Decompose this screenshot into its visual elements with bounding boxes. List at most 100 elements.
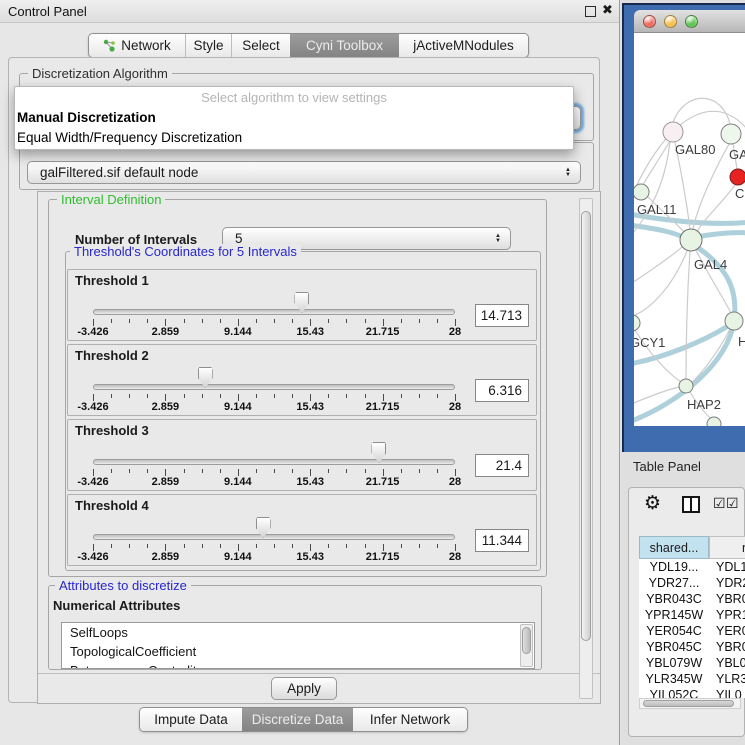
threshold-1-slider-track[interactable] — [93, 309, 455, 315]
tab-impute-data[interactable]: Impute Data — [140, 708, 242, 731]
network-window-titlebar[interactable] — [634, 10, 745, 33]
minor-tick — [419, 394, 420, 398]
close-traffic-light[interactable] — [643, 15, 656, 28]
tab-discretize-data[interactable]: Discretize Data — [242, 708, 353, 731]
network-edge[interactable] — [634, 251, 687, 317]
minor-tick — [129, 544, 130, 548]
table-row[interactable]: YER054CYER0 — [639, 623, 745, 639]
minor-tick — [147, 394, 148, 398]
split-columns-icon[interactable] — [682, 496, 700, 513]
threshold-3-slider-track[interactable] — [93, 459, 455, 465]
network-node-unlabeled[interactable] — [707, 417, 721, 426]
minor-tick — [202, 544, 203, 548]
cell-name[interactable]: YBR0 — [709, 591, 745, 607]
tab-network[interactable]: Network — [89, 34, 185, 57]
cell-name[interactable]: YLR3 — [709, 671, 745, 687]
threshold-3-value-field[interactable]: 21.4 — [475, 454, 529, 477]
cell-shared-name[interactable]: YBL079W — [639, 655, 709, 671]
settings-scrollbar[interactable] — [579, 198, 593, 699]
cell-shared-name[interactable]: YBR043C — [639, 591, 709, 607]
cell-shared-name[interactable]: YBR045C — [639, 639, 709, 655]
column-header-2[interactable]: na — [709, 536, 745, 559]
network-node-c[interactable] — [730, 169, 745, 185]
network-node-ga[interactable] — [721, 124, 741, 144]
select-columns-icon[interactable]: ☑ — [713, 495, 726, 512]
minimize-traffic-light[interactable] — [664, 15, 677, 28]
float-window-icon[interactable] — [585, 6, 596, 17]
network-node-gal11[interactable] — [634, 184, 649, 200]
network-view-window[interactable]: GAL80GACGAL11GAL4GCY1HHAP2 — [622, 3, 745, 452]
attribute-item-selfloops[interactable]: SelfLoops — [62, 623, 534, 642]
table-row[interactable]: YBR043CYBR0 — [639, 591, 745, 607]
tab-select[interactable]: Select — [231, 34, 290, 57]
network-node-gcy1[interactable] — [634, 315, 640, 331]
network-edge[interactable] — [634, 246, 683, 285]
cell-name[interactable]: YBR0 — [709, 639, 745, 655]
table-row[interactable]: YDR27...YDR2 — [639, 575, 745, 591]
zoom-traffic-light[interactable] — [685, 15, 698, 28]
algorithm-option-equal-width-frequency-discretization[interactable]: Equal Width/Frequency Discretization — [15, 128, 573, 148]
table-data-combobox[interactable]: galFiltered.sif default node ▲▼ — [27, 161, 581, 184]
cell-name[interactable]: YER0 — [709, 623, 745, 639]
tick-label: 15.43 — [296, 476, 324, 488]
table-row[interactable]: YDL19...YDL1 — [639, 559, 745, 575]
cell-shared-name[interactable]: YDR27... — [639, 575, 709, 591]
threshold-2-value-field[interactable]: 6.316 — [475, 379, 529, 402]
algorithm-option-manual-discretization[interactable]: Manual Discretization — [15, 108, 573, 128]
cell-name[interactable]: YBL0 — [709, 655, 745, 671]
attributes-list-scrollbar[interactable] — [520, 624, 533, 667]
table-row[interactable]: YPR145WYPR1 — [639, 607, 745, 623]
cell-name[interactable]: YPR1 — [709, 607, 745, 623]
table-row[interactable]: YBL079WYBL0 — [639, 655, 745, 671]
major-tick — [165, 469, 166, 476]
tab-jactivemnodules[interactable]: jActiveMNodules — [399, 34, 528, 57]
table-settings-gear-icon[interactable]: ⚙ — [644, 492, 661, 515]
cell-shared-name[interactable]: YPR145W — [639, 607, 709, 623]
cell-shared-name[interactable]: YER054C — [639, 623, 709, 639]
tick-label: 15.43 — [296, 551, 324, 563]
network-node-gal80[interactable] — [663, 122, 683, 142]
table-horizontal-scrollbar[interactable] — [639, 698, 741, 709]
cell-name[interactable]: YDL1 — [709, 559, 745, 575]
network-node-hap2[interactable] — [679, 379, 693, 393]
network-node-h[interactable] — [725, 312, 743, 330]
column-header-1[interactable]: shared... — [639, 536, 709, 559]
attribute-item-betweennesscentrality[interactable]: BetweennessCentrality — [62, 661, 534, 669]
threshold-2-slider-track[interactable] — [93, 384, 455, 390]
cell-shared-name[interactable]: YDL19... — [639, 559, 709, 575]
select-all-icon[interactable]: ☑ — [726, 495, 739, 512]
tick-label: 21.715 — [366, 551, 400, 563]
network-icon — [103, 39, 116, 52]
table-row[interactable]: YBR045CYBR0 — [639, 639, 745, 655]
tab-cyni-toolbox[interactable]: Cyni Toolbox — [290, 34, 399, 57]
apply-button[interactable]: Apply — [271, 677, 337, 700]
threshold-4-value-field[interactable]: 11.344 — [475, 529, 529, 552]
network-node-gal4[interactable] — [680, 229, 702, 251]
minor-tick — [437, 544, 438, 548]
scrollbar-thumb[interactable] — [643, 700, 734, 707]
major-tick — [165, 394, 166, 401]
scrollbar-thumb[interactable] — [522, 627, 531, 654]
cell-name[interactable]: YIL0 — [709, 687, 745, 698]
tab-style[interactable]: Style — [185, 34, 231, 57]
network-edge-highlighted[interactable] — [696, 233, 745, 237]
cell-shared-name[interactable]: YLR345W — [639, 671, 709, 687]
numerical-attributes-list[interactable]: SelfLoopsTopologicalCoefficientBetweenne… — [61, 622, 535, 669]
cell-name[interactable]: YDR2 — [709, 575, 745, 591]
numerical-attributes-heading: Numerical Attributes — [53, 598, 180, 613]
attribute-item-topologicalcoefficient[interactable]: TopologicalCoefficient — [62, 642, 534, 661]
tab-infer-network[interactable]: Infer Network — [353, 708, 467, 731]
node-label: GCY1 — [634, 335, 665, 350]
threshold-4-slider-track[interactable] — [93, 534, 455, 540]
network-edge[interactable] — [673, 98, 730, 124]
threshold-1-value-field[interactable]: 14.713 — [475, 304, 529, 327]
table-row[interactable]: YLR345WYLR3 — [639, 671, 745, 687]
network-canvas[interactable]: GAL80GACGAL11GAL4GCY1HHAP2 — [634, 33, 745, 426]
network-edge[interactable] — [686, 251, 690, 379]
close-icon[interactable]: ✖ — [602, 2, 613, 18]
table-row[interactable]: YIL052CYIL0 — [639, 687, 745, 698]
cell-shared-name[interactable]: YIL052C — [639, 687, 709, 698]
interval-definition-title: Interval Definition — [57, 192, 165, 207]
node-label: GAL80 — [675, 142, 715, 157]
scrollbar-thumb[interactable] — [581, 211, 591, 641]
